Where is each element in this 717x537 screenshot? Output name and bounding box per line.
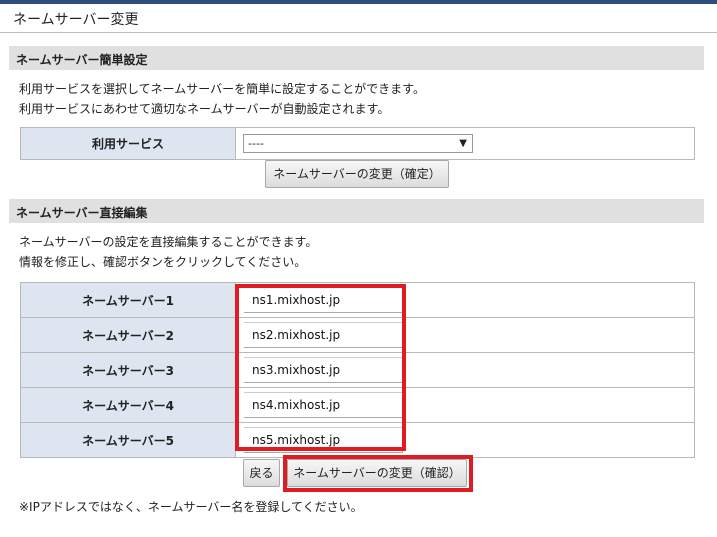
service-value-cell: ---- ▼ [235, 127, 695, 160]
ip-warning-note: ※IPアドレスではなく、ネームサーバー名を登録してください。 [19, 500, 363, 514]
nameserver5-label: ネームサーバー5 [20, 422, 236, 458]
simple-desc-line2: 利用サービスにあわせて適切なネームサーバーが自動設定されます。 [19, 102, 390, 116]
nameserver2-label: ネームサーバー2 [20, 317, 236, 353]
direct-edit-description: ネームサーバーの設定を直接編集することができます。 情報を修正し、確認ボタンをク… [19, 232, 317, 272]
direct-edit-heading-text: ネームサーバー直接編集 [16, 206, 148, 220]
service-select-value: ---- [248, 137, 264, 150]
page-title-bar: ネームサーバー変更 [0, 4, 717, 33]
service-label: 利用サービス [20, 127, 236, 160]
simple-settings-heading: ネームサーバー簡単設定 [9, 46, 704, 70]
direct-desc-line2: 情報を修正し、確認ボタンをクリックしてください。 [19, 255, 307, 269]
dropdown-arrow-icon: ▼ [459, 138, 467, 149]
check-button-highlight [283, 455, 473, 492]
page-title: ネームサーバー変更 [13, 12, 139, 28]
simple-desc-line1: 利用サービスを選択してネームサーバーを簡単に設定することができます。 [19, 82, 425, 96]
service-table: 利用サービス ---- ▼ [20, 127, 695, 160]
nameserver3-label: ネームサーバー3 [20, 352, 236, 388]
nameserver4-label: ネームサーバー4 [20, 387, 236, 423]
back-button[interactable]: 戻る [243, 459, 280, 487]
direct-edit-heading: ネームサーバー直接編集 [9, 199, 704, 223]
simple-settings-heading-text: ネームサーバー簡単設定 [16, 53, 148, 67]
service-select[interactable]: ---- ▼ [243, 134, 473, 153]
direct-desc-line1: ネームサーバーの設定を直接編集することができます。 [19, 235, 318, 249]
nameserver1-label: ネームサーバー1 [20, 282, 236, 318]
simple-settings-description: 利用サービスを選択してネームサーバーを簡単に設定することができます。 利用サービ… [19, 79, 425, 119]
nameserver-inputs-highlight [235, 284, 406, 451]
service-confirm-button[interactable]: ネームサーバーの変更（確定） [265, 160, 449, 188]
